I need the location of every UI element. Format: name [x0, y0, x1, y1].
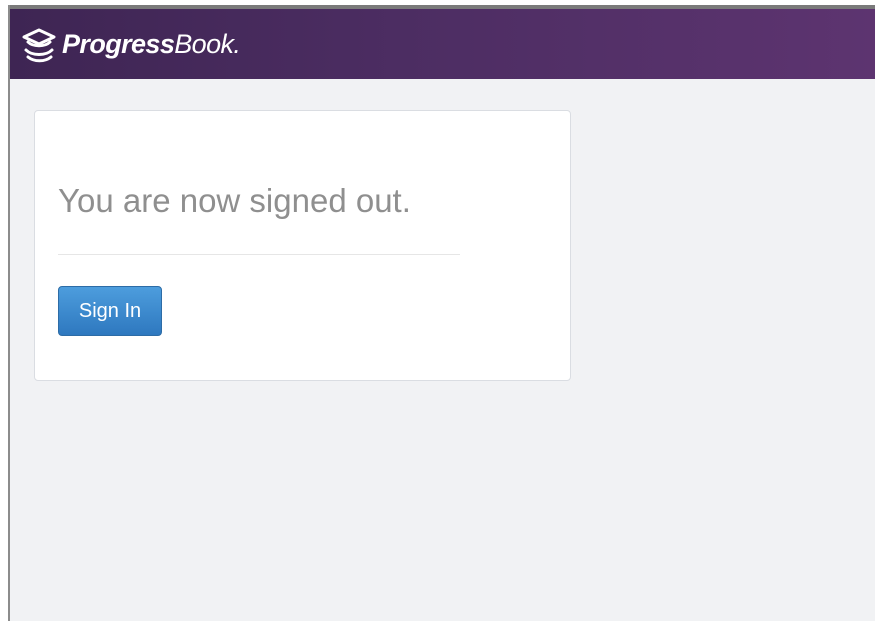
- sign-in-button[interactable]: Sign In: [58, 286, 162, 336]
- site-header: ProgressBook.: [10, 9, 875, 79]
- brand-name-strong: Progress: [62, 29, 175, 59]
- signed-out-message: You are now signed out.: [58, 182, 411, 219]
- signed-out-card: You are now signed out. Sign In: [34, 110, 571, 381]
- brand-name-light: Book: [174, 29, 234, 59]
- page-viewport: ProgressBook. You are now signed out. Si…: [10, 9, 875, 621]
- graduation-cap-logo-icon: [22, 28, 56, 63]
- card-divider: [58, 254, 460, 255]
- brand-wordmark: ProgressBook.: [62, 23, 241, 65]
- progressbook-logo[interactable]: ProgressBook.: [18, 23, 241, 65]
- brand-trademark: .: [233, 29, 241, 59]
